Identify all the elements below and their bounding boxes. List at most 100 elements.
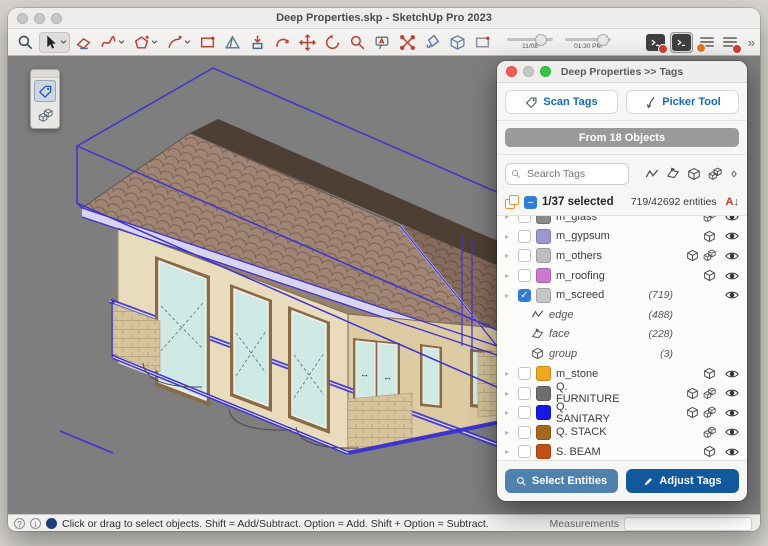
tag-color-swatch[interactable] <box>536 268 551 283</box>
console-error-button[interactable] <box>646 34 665 51</box>
disclosure-icon[interactable]: ▸ <box>505 232 513 241</box>
tag-row[interactable]: ▸Q. SANITARY <box>505 403 739 423</box>
script-list-button[interactable] <box>698 33 716 51</box>
info-icon[interactable]: i <box>30 518 41 529</box>
picker-tool-button[interactable] <box>34 104 56 126</box>
scale-tool-button[interactable] <box>396 32 419 53</box>
tag-checkbox[interactable] <box>518 406 531 419</box>
tag-checkbox[interactable] <box>518 215 531 223</box>
scan-tags-tool-button[interactable] <box>34 80 56 102</box>
tray-tool-button[interactable] <box>471 32 494 53</box>
toolbar-overflow-button[interactable]: » <box>748 35 754 50</box>
tag-checkbox[interactable] <box>518 269 531 282</box>
disclosure-icon[interactable]: ▸ <box>505 215 513 221</box>
search-tool-button[interactable] <box>14 32 37 53</box>
shadow-date-slider[interactable]: 11/08 <box>506 35 554 50</box>
tag-row[interactable]: ▸m_others <box>505 246 739 266</box>
disclosure-icon[interactable]: ▸ <box>505 291 513 300</box>
tag-checkbox[interactable] <box>518 230 531 243</box>
tag-row[interactable]: ▸Q. STACK <box>505 423 739 443</box>
rectangle-tool-button[interactable] <box>196 32 219 53</box>
visibility-eye-icon[interactable] <box>725 215 739 224</box>
tag-row[interactable]: ▸S. BEAM <box>505 442 739 461</box>
picker-tool-panel-button[interactable]: Picker Tool <box>626 90 739 114</box>
sort-button[interactable]: A↓ <box>726 196 739 208</box>
move-tool-button[interactable] <box>296 32 319 53</box>
mini-toolbar-grip[interactable] <box>31 70 59 78</box>
panel-titlebar[interactable]: Deep Properties >> Tags <box>497 61 747 83</box>
tag-color-swatch[interactable] <box>536 288 551 303</box>
disclosure-icon[interactable]: ▸ <box>505 428 513 437</box>
tape-measure-tool-button[interactable] <box>346 32 369 53</box>
visibility-eye-icon[interactable] <box>725 229 739 243</box>
pyramid-tool-button[interactable] <box>221 32 244 53</box>
tag-row[interactable]: ▸✓m_screed(719) <box>505 285 739 305</box>
extensions-button[interactable] <box>721 33 739 51</box>
visibility-eye-icon[interactable] <box>725 367 739 381</box>
tag-row[interactable]: ▸m_glass <box>505 215 739 227</box>
disclosure-icon[interactable]: ▸ <box>505 447 513 456</box>
rotate-tool-button[interactable] <box>321 32 344 53</box>
model-viewport[interactable]: ↔ ↔ <box>8 56 760 514</box>
visibility-eye-icon[interactable] <box>725 249 739 263</box>
push-pull-tool-button[interactable] <box>246 32 269 53</box>
tag-row[interactable]: ▸m_gypsum <box>505 227 739 247</box>
disclosure-icon[interactable]: ▸ <box>505 369 513 378</box>
filter-component-icon[interactable] <box>708 167 722 181</box>
disclosure-icon[interactable]: ▸ <box>505 408 513 417</box>
from-objects-button[interactable]: From 18 Objects <box>505 128 739 147</box>
visibility-eye-icon[interactable] <box>725 269 739 283</box>
window-titlebar[interactable]: Deep Properties.skp - SketchUp Pro 2023 <box>8 8 760 29</box>
scan-tags-button[interactable]: Scan Tags <box>505 90 618 114</box>
tag-color-swatch[interactable] <box>536 229 551 244</box>
chevron-down-icon[interactable] <box>118 39 125 45</box>
disclosure-icon[interactable]: ▸ <box>505 271 513 280</box>
tag-child-row[interactable]: group(3) <box>505 344 739 364</box>
follow-me-tool-button[interactable] <box>271 32 294 53</box>
select-all-checkbox[interactable]: – <box>524 196 537 209</box>
ruby-console-button[interactable] <box>670 32 693 53</box>
eraser-tool-button[interactable] <box>72 32 95 53</box>
tag-color-swatch[interactable] <box>536 425 551 440</box>
visibility-eye-icon[interactable] <box>725 406 739 420</box>
disclosure-icon[interactable]: ▸ <box>505 251 513 260</box>
visibility-eye-icon[interactable] <box>725 445 739 459</box>
visibility-eye-icon[interactable] <box>725 386 739 400</box>
copy-selection-icon[interactable] <box>505 195 519 209</box>
select-entities-button[interactable]: Select Entities <box>505 469 618 493</box>
visibility-eye-icon[interactable] <box>725 425 739 439</box>
arc-tool-button[interactable] <box>163 32 194 53</box>
tag-checkbox[interactable] <box>518 387 531 400</box>
freehand-tool-button[interactable] <box>97 32 128 53</box>
filter-point-icon[interactable] <box>729 169 739 179</box>
tag-color-swatch[interactable] <box>536 444 551 459</box>
tag-checkbox[interactable] <box>518 445 531 458</box>
chevron-down-icon[interactable] <box>184 39 191 45</box>
measurements-input[interactable] <box>624 517 752 531</box>
disclosure-icon[interactable]: ▸ <box>505 389 513 398</box>
chevron-down-icon[interactable] <box>60 39 67 45</box>
tag-child-row[interactable]: face(228) <box>505 325 739 345</box>
chevron-down-icon[interactable] <box>151 39 158 45</box>
tag-checkbox[interactable]: ✓ <box>518 289 531 302</box>
tag-child-row[interactable]: edge(488) <box>505 305 739 325</box>
tag-color-swatch[interactable] <box>536 386 551 401</box>
tag-checkbox[interactable] <box>518 367 531 380</box>
tag-row[interactable]: ▸Q. FURNITURE <box>505 383 739 403</box>
tag-color-swatch[interactable] <box>536 248 551 263</box>
filter-group-icon[interactable] <box>687 167 701 181</box>
tag-color-swatch[interactable] <box>536 405 551 420</box>
tag-color-swatch[interactable] <box>536 366 551 381</box>
select-tool-button[interactable] <box>39 32 70 53</box>
tag-checkbox[interactable] <box>518 249 531 262</box>
polygon-tool-button[interactable] <box>130 32 161 53</box>
paint-bucket-tool-button[interactable] <box>421 32 444 53</box>
component-tool-button[interactable] <box>446 32 469 53</box>
text-tool-button[interactable] <box>371 32 394 53</box>
tag-row[interactable]: ▸m_stone <box>505 364 739 384</box>
adjust-tags-button[interactable]: Adjust Tags <box>626 469 739 493</box>
shadow-time-slider[interactable]: 01:30 PM <box>564 35 612 50</box>
search-input[interactable] <box>525 167 623 181</box>
help-icon[interactable]: ? <box>14 518 25 529</box>
tag-list[interactable]: ▸m_glass▸m_gypsum▸m_others▸m_roofing▸✓m_… <box>497 215 747 461</box>
